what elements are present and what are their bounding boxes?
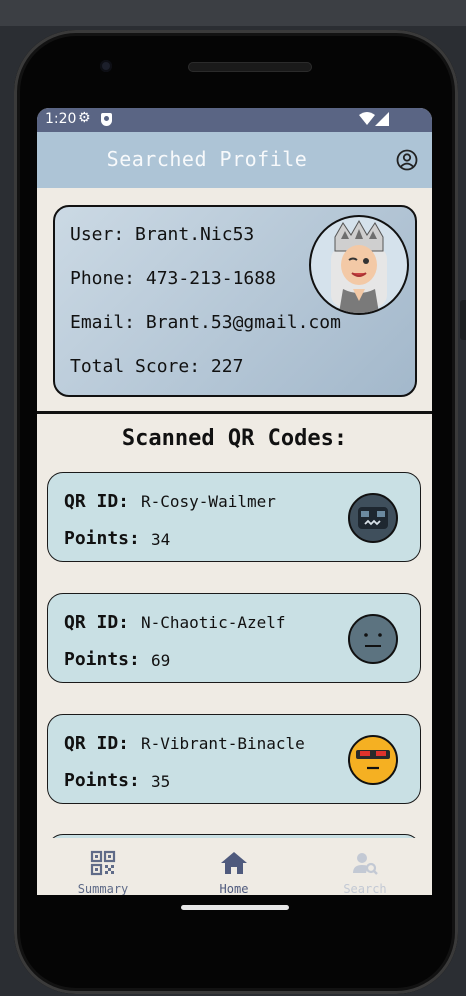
- bottom-navigation: Summary Home Search: [37, 838, 432, 895]
- qr-code-card[interactable]: QR ID: N-Chaotic-Azelf Points: 69: [47, 593, 421, 683]
- avatar-image: [331, 219, 387, 313]
- score-value: 227: [210, 356, 244, 377]
- wifi-icon: [359, 112, 375, 125]
- qr-id-label: QR ID:: [64, 491, 130, 512]
- email-value: Brant.53@gmail.com: [145, 312, 341, 333]
- nav-item-summary[interactable]: Summary: [63, 850, 143, 895]
- score-label: Total Score:: [70, 356, 201, 377]
- qr-id-value: R-Cosy-Wailmer: [141, 492, 276, 511]
- shield-icon: [101, 113, 112, 126]
- user-label: User:: [70, 224, 125, 245]
- nav-item-search[interactable]: Search: [325, 850, 405, 895]
- front-camera: [100, 60, 112, 72]
- account-circle-icon[interactable]: [396, 149, 418, 171]
- user-search-icon: [353, 853, 378, 875]
- signal-icon: [375, 112, 389, 126]
- email-row: Email: Brant.53@gmail.com: [70, 312, 341, 333]
- emulator-top-bar: [0, 0, 466, 26]
- robot-face-icon: [348, 493, 398, 543]
- gesture-home-bar[interactable]: [181, 905, 289, 910]
- app-screen: 1:20 ⚙ Searched Profile User: Brant.Nic5…: [37, 108, 432, 895]
- points-value: 34: [151, 530, 171, 549]
- scanned-codes-title: Scanned QR Codes:: [121, 426, 348, 451]
- username-value: Brant.Nic53: [135, 224, 255, 245]
- points-label: Points:: [64, 649, 140, 670]
- phone-row: Phone: 473-213-1688: [70, 268, 276, 289]
- status-bar: 1:20 ⚙: [37, 108, 432, 132]
- qr-id-label: QR ID:: [64, 612, 130, 633]
- emulator-side-handle: [460, 300, 466, 340]
- avatar: [309, 215, 409, 315]
- points-label: Points:: [64, 528, 140, 549]
- app-bar: Searched Profile: [37, 132, 432, 188]
- nav-item-home[interactable]: Home: [194, 850, 274, 895]
- profile-card: User: Brant.Nic53 Phone: 473-213-1688 Em…: [53, 205, 417, 397]
- score-row: Total Score: 227: [70, 356, 243, 377]
- nav-label-search: Search: [343, 882, 387, 895]
- email-label: Email:: [70, 312, 136, 333]
- qr-code-card[interactable]: QR ID: R-Vibrant-Binacle Points: 35: [47, 714, 421, 804]
- nav-label-home: Home: [219, 882, 249, 895]
- user-row: User: Brant.Nic53: [70, 224, 254, 245]
- points-value: 35: [151, 772, 171, 791]
- earpiece-speaker: [188, 62, 312, 72]
- qr-id-value: N-Chaotic-Azelf: [141, 613, 286, 632]
- points-label: Points:: [64, 770, 140, 791]
- neutral-face-icon: [348, 614, 398, 664]
- qr-id-value: R-Vibrant-Binacle: [141, 734, 305, 753]
- qr-code-card[interactable]: QR ID: R-Cosy-Wailmer Points: 34: [47, 472, 421, 562]
- nav-label-summary: Summary: [77, 882, 129, 895]
- qr-id-label: QR ID:: [64, 733, 130, 754]
- qr-code-icon: [90, 850, 116, 876]
- phone-value: 473-213-1688: [145, 268, 276, 289]
- phone-label: Phone:: [70, 268, 136, 289]
- sunglasses-face-icon: [348, 735, 398, 785]
- gear-icon: ⚙: [78, 110, 91, 126]
- page-title: Searched Profile: [106, 147, 308, 171]
- points-value: 69: [151, 651, 171, 670]
- status-time: 1:20: [45, 111, 77, 127]
- section-divider: [37, 411, 432, 414]
- home-icon: [221, 852, 247, 874]
